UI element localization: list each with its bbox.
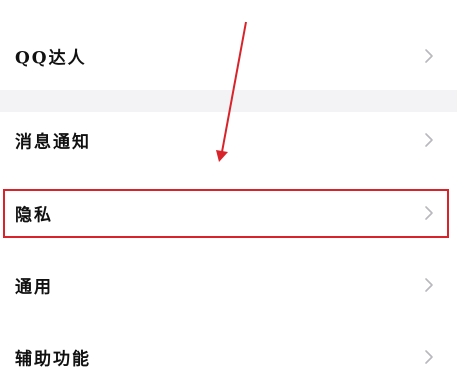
settings-row-general[interactable]: 通用 [0,257,457,313]
chevron-right-icon [423,131,435,149]
settings-row-label: 通用 [15,277,53,298]
settings-row-label: 消息通知 [15,132,91,153]
chevron-right-icon [423,204,435,222]
settings-row-message-notifications[interactable]: 消息通知 [0,112,457,168]
chevron-right-icon [423,47,435,65]
settings-row-privacy[interactable]: 隐私 [0,185,457,241]
settings-row-label: 隐私 [15,205,53,226]
settings-row-qq-daren[interactable]: QQ达人 [0,28,457,84]
chevron-right-icon [423,348,435,366]
chevron-right-icon [423,276,435,294]
settings-row-top-partial [0,0,457,28]
settings-row-label: QQ达人 [15,48,87,69]
settings-row-label: 辅助功能 [15,349,91,370]
section-divider [0,90,457,112]
settings-row-accessibility[interactable]: 辅助功能 [0,329,457,385]
